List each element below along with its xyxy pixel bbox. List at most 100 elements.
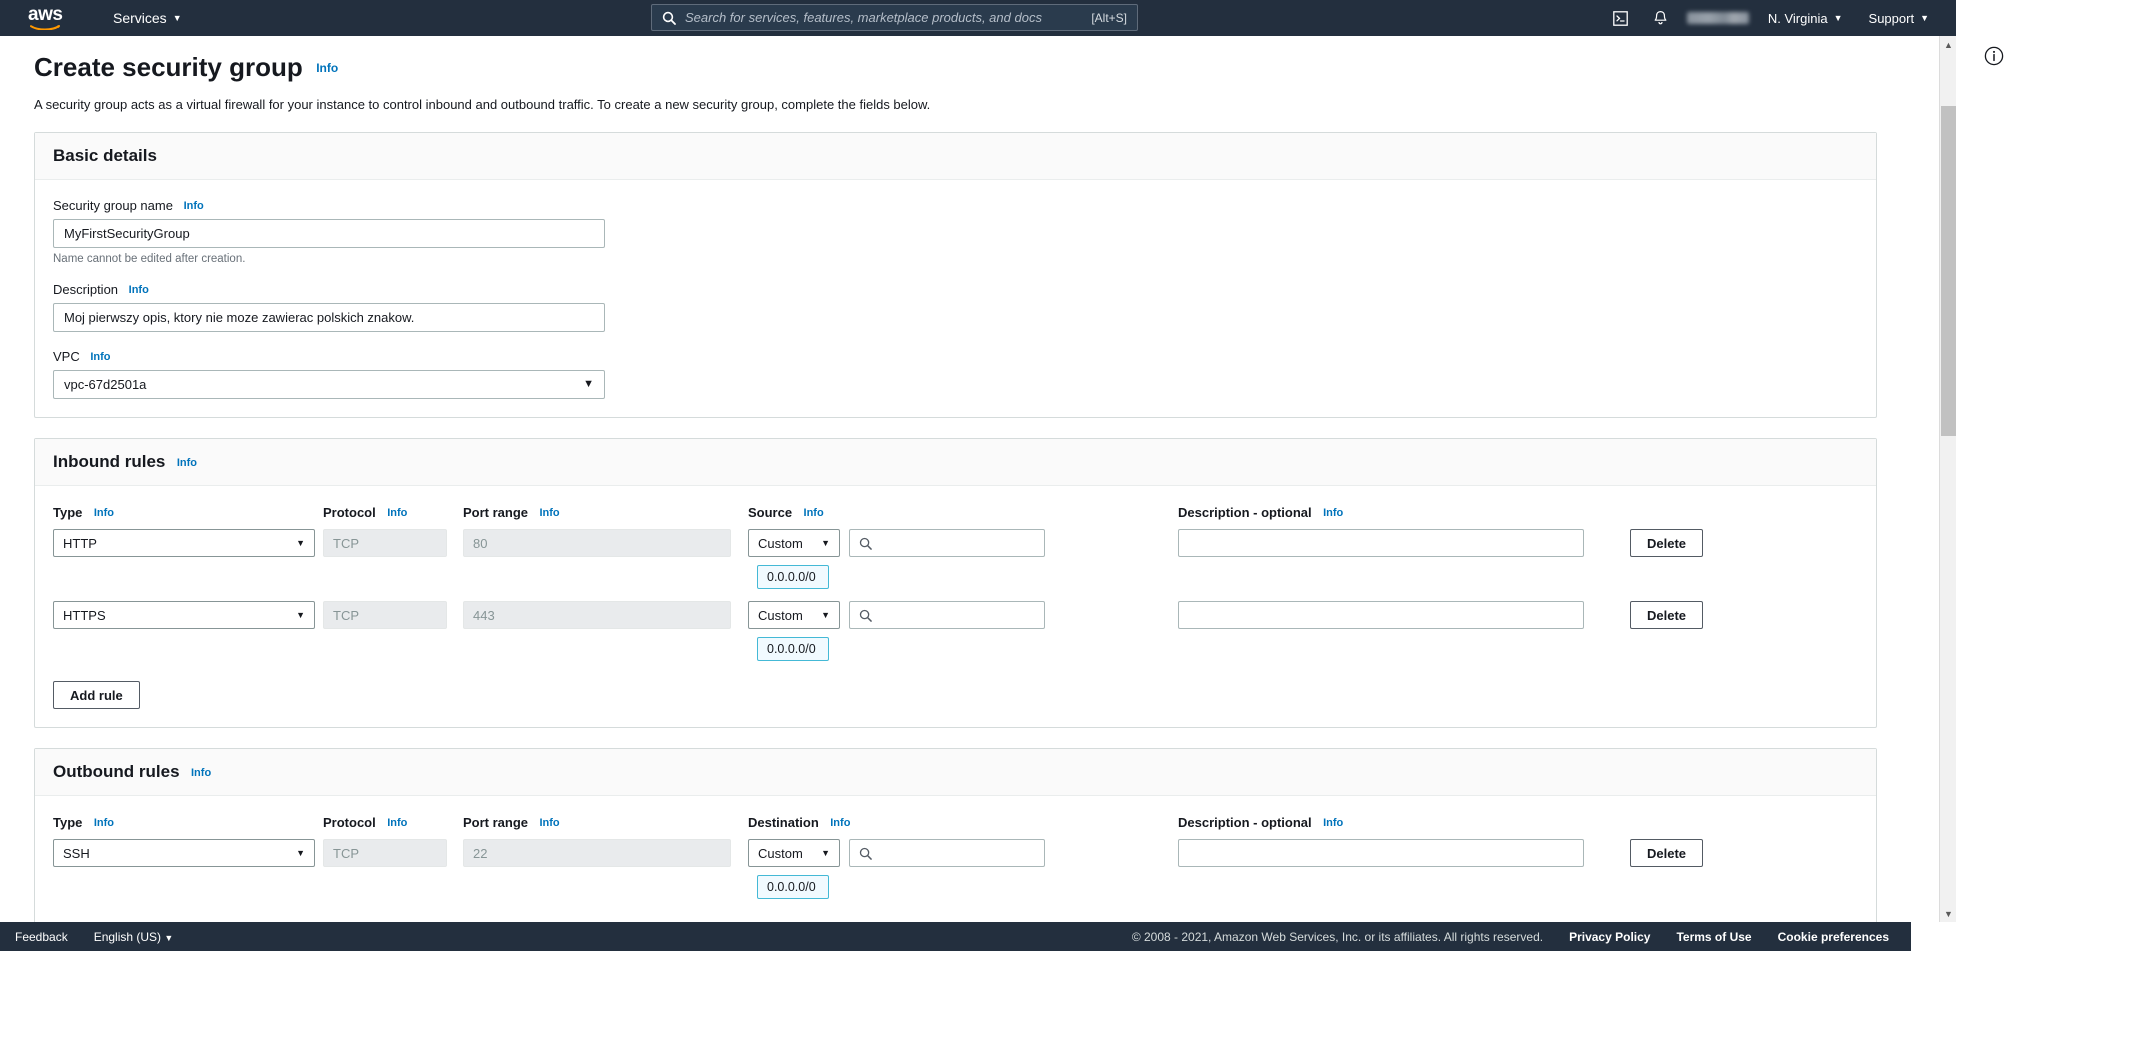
chevron-down-icon: ▼ xyxy=(296,847,305,858)
cloudshell-button[interactable] xyxy=(1601,0,1641,36)
cookie-preferences-link[interactable]: Cookie preferences xyxy=(1778,930,1889,944)
aws-logo[interactable]: aws xyxy=(28,5,76,30)
inbound-col-type: Type Info xyxy=(53,504,323,522)
copyright-text: © 2008 - 2021, Amazon Web Services, Inc.… xyxy=(1131,929,1544,944)
inbound-row-0-delete-button[interactable]: Delete xyxy=(1630,529,1704,557)
account-menu[interactable] xyxy=(1686,12,1749,24)
inbound-row-0-source-search[interactable] xyxy=(849,529,1045,557)
inbound-row-1-source-search[interactable] xyxy=(849,601,1045,629)
top-navigation-bar: aws Services ▼ [Alt+S] xyxy=(0,0,1956,36)
outbound-row-0-delete-button[interactable]: Delete xyxy=(1630,839,1704,867)
inbound-row-0-cidr-chip[interactable]: 0.0.0.0/0 xyxy=(757,565,829,589)
outbound-rules-column-headers: Type Info Protocol Info Port range Info … xyxy=(53,814,1858,839)
inbound-row-1-type-select[interactable]: HTTPS ▼ xyxy=(53,601,315,629)
inbound-row-1-protocol-cell: TCP xyxy=(323,601,463,629)
inbound-rules-card: Inbound rules Info Type Info Protocol In… xyxy=(34,438,1877,728)
inbound-row-0-description-input[interactable] xyxy=(1178,529,1584,557)
outbound-row-0-destination-type-select[interactable]: Custom ▼ xyxy=(748,839,840,867)
feedback-link[interactable]: Feedback xyxy=(15,930,68,944)
notifications-button[interactable] xyxy=(1641,0,1681,36)
region-label: N. Virginia xyxy=(1767,10,1828,26)
security-group-name-input[interactable] xyxy=(53,219,605,248)
outbound-row-0-protocol-cell: TCP xyxy=(323,839,463,867)
security-group-name-label: Security group name xyxy=(53,198,173,213)
outbound-col-port-range-info-link[interactable]: Info xyxy=(539,817,559,829)
outbound-row-0-cidr-value: 0.0.0.0/0 xyxy=(767,880,816,894)
inbound-row-0-source-type-value: Custom xyxy=(758,535,803,551)
search-icon xyxy=(662,11,676,25)
security-group-name-info-link[interactable]: Info xyxy=(184,200,204,212)
info-circle-icon[interactable] xyxy=(1984,46,2004,66)
services-menu[interactable]: Services ▼ xyxy=(113,10,182,26)
inbound-col-port-range: Port range Info xyxy=(463,504,748,522)
page-title-info-link[interactable]: Info xyxy=(316,61,338,75)
inbound-row-1-delete-button[interactable]: Delete xyxy=(1630,601,1704,629)
inbound-row-0-cidr-value: 0.0.0.0/0 xyxy=(767,570,816,584)
language-selector[interactable]: English (US) ▼ xyxy=(94,930,174,944)
inbound-col-source-info-link[interactable]: Info xyxy=(804,507,824,519)
terms-of-use-link[interactable]: Terms of Use xyxy=(1676,930,1751,944)
inbound-row-0-port-cell: 80 xyxy=(463,529,748,557)
inbound-col-description-info-link[interactable]: Info xyxy=(1323,507,1343,519)
outbound-row-0-destination-type-value: Custom xyxy=(758,845,803,861)
outbound-col-type-label: Type xyxy=(53,815,83,830)
page-footer: Feedback English (US) ▼ © 2008 - 2021, A… xyxy=(0,922,1911,951)
security-group-name-label-row: Security group name Info xyxy=(53,198,1858,213)
scroll-down-arrow-icon[interactable]: ▼ xyxy=(1940,905,1957,922)
inbound-row-1-description-input[interactable] xyxy=(1178,601,1584,629)
page-title: Create security group xyxy=(34,52,303,82)
region-selector[interactable]: N. Virginia ▼ xyxy=(1755,0,1856,36)
outbound-col-description-info-link[interactable]: Info xyxy=(1323,817,1343,829)
page-description: A security group acts as a virtual firew… xyxy=(34,97,931,112)
inbound-row-1-source-type-value: Custom xyxy=(758,607,803,623)
security-group-name-constraint: Name cannot be edited after creation. xyxy=(53,253,246,265)
outbound-row-0-cidr-chip[interactable]: 0.0.0.0/0 xyxy=(757,875,829,899)
vpc-select-value: vpc-67d2501a xyxy=(64,377,147,392)
outbound-col-destination-label: Destination xyxy=(748,815,819,830)
scrollbar-thumb[interactable] xyxy=(1941,106,1956,436)
inbound-rules-info-link[interactable]: Info xyxy=(177,457,197,469)
inbound-row-1-source-type-select[interactable]: Custom ▼ xyxy=(748,601,840,629)
vpc-field: VPC Info vpc-67d2501a ▼ xyxy=(53,349,1858,399)
description-input[interactable] xyxy=(53,303,605,332)
aws-smile-icon xyxy=(30,25,60,30)
inbound-row-0-type-select[interactable]: HTTP ▼ xyxy=(53,529,315,557)
vpc-select[interactable]: vpc-67d2501a ▼ xyxy=(53,370,605,399)
vpc-label-row: VPC Info xyxy=(53,349,1858,364)
scroll-up-arrow-icon[interactable]: ▲ xyxy=(1940,36,1957,53)
outbound-col-type-info-link[interactable]: Info xyxy=(94,817,114,829)
basic-details-body: Security group name Info Name cannot be … xyxy=(35,180,1876,417)
inbound-row-1-port-value: 443 xyxy=(463,601,731,629)
outbound-row-0-type-select[interactable]: SSH ▼ xyxy=(53,839,315,867)
outbound-rules-info-link[interactable]: Info xyxy=(191,767,211,779)
vpc-info-link[interactable]: Info xyxy=(90,351,110,363)
search-input[interactable] xyxy=(685,10,1084,25)
outbound-rules-body: Type Info Protocol Info Port range Info … xyxy=(35,796,1876,922)
outbound-col-destination: Destination Info xyxy=(748,814,1178,832)
inbound-rules-column-headers: Type Info Protocol Info Port range Info … xyxy=(53,504,1858,529)
page-scrollbar[interactable]: ▲ ▼ xyxy=(1939,36,1956,922)
chevron-down-icon: ▼ xyxy=(821,847,830,858)
search-shortcut-hint: [Alt+S] xyxy=(1091,10,1127,25)
inbound-row-0-source-type-select[interactable]: Custom ▼ xyxy=(748,529,840,557)
inbound-row-1-cidr-chip[interactable]: 0.0.0.0/0 xyxy=(757,637,829,661)
outbound-col-destination-info-link[interactable]: Info xyxy=(830,817,850,829)
inbound-col-type-info-link[interactable]: Info xyxy=(94,507,114,519)
privacy-policy-link[interactable]: Privacy Policy xyxy=(1569,930,1650,944)
chevron-down-icon: ▼ xyxy=(296,537,305,548)
inbound-row-1-source-top: Custom ▼ xyxy=(748,601,1178,629)
outbound-row-0-destination-search[interactable] xyxy=(849,839,1045,867)
outbound-col-protocol-info-link[interactable]: Info xyxy=(387,817,407,829)
inbound-col-type-label: Type xyxy=(53,505,83,520)
footer-right-group: © 2008 - 2021, Amazon Web Services, Inc.… xyxy=(1132,930,1911,944)
inbound-row-0-protocol-value: TCP xyxy=(323,529,447,557)
inbound-col-port-range-info-link[interactable]: Info xyxy=(539,507,559,519)
inbound-col-protocol-info-link[interactable]: Info xyxy=(387,507,407,519)
outbound-row-0-description-input[interactable] xyxy=(1178,839,1584,867)
description-info-link[interactable]: Info xyxy=(129,284,149,296)
outbound-row-0-port-value: 22 xyxy=(463,839,731,867)
global-search-bar[interactable]: [Alt+S] xyxy=(651,4,1138,31)
description-label: Description xyxy=(53,282,119,297)
support-menu[interactable]: Support ▼ xyxy=(1856,0,1942,36)
add-inbound-rule-button[interactable]: Add rule xyxy=(53,681,140,709)
